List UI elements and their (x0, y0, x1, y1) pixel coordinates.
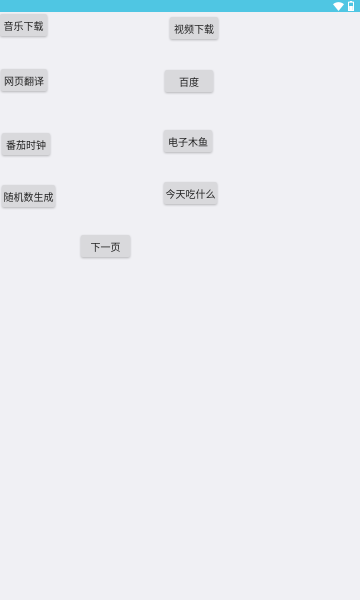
tomato-clock-button[interactable]: 番茄时钟 (2, 133, 50, 155)
baidu-button[interactable]: 百度 (165, 70, 213, 92)
next-page-button[interactable]: 下一页 (81, 235, 130, 257)
electronic-muyu-button[interactable]: 电子木鱼 (164, 130, 212, 152)
web-translate-button[interactable]: 网页翻译 (1, 69, 47, 91)
status-bar (0, 0, 360, 12)
battery-icon (348, 1, 354, 11)
what-to-eat-button[interactable]: 今天吃什么 (164, 182, 217, 204)
music-download-button[interactable]: 音乐下载 (0, 14, 47, 36)
status-icons (333, 0, 354, 12)
video-download-button[interactable]: 视频下载 (170, 17, 218, 39)
random-number-button[interactable]: 随机数生成 (2, 185, 55, 207)
wifi-icon (333, 1, 344, 11)
